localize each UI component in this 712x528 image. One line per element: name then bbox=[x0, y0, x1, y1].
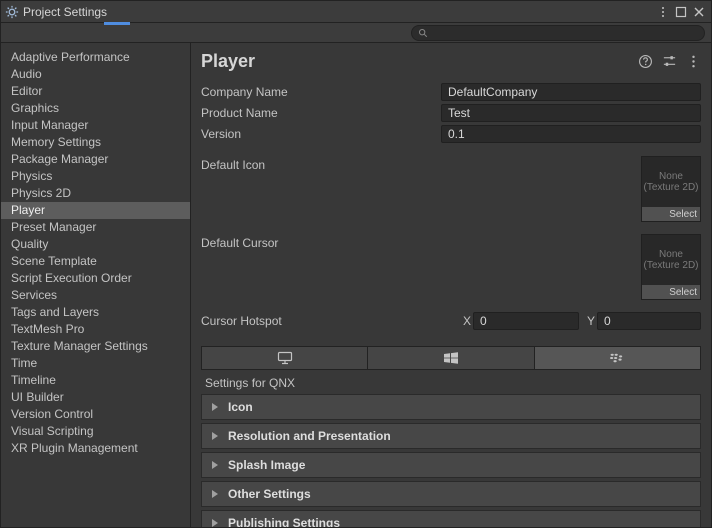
foldout-splash-image[interactable]: Splash Image bbox=[201, 452, 701, 478]
page-title: Player bbox=[201, 51, 629, 72]
foldout-resolution-and-presentation[interactable]: Resolution and Presentation bbox=[201, 423, 701, 449]
product-name-label: Product Name bbox=[201, 106, 441, 120]
sidebar-item-physics[interactable]: Physics bbox=[1, 168, 190, 185]
foldout-other-settings[interactable]: Other Settings bbox=[201, 481, 701, 507]
sidebar-item-adaptive-performance[interactable]: Adaptive Performance bbox=[1, 49, 190, 66]
foldout-label: Icon bbox=[228, 400, 253, 414]
company-name-field[interactable] bbox=[441, 83, 701, 101]
sidebar-item-timeline[interactable]: Timeline bbox=[1, 372, 190, 389]
settings-icon bbox=[5, 5, 19, 19]
sidebar-item-visual-scripting[interactable]: Visual Scripting bbox=[1, 423, 190, 440]
titlebar: Project Settings bbox=[1, 1, 711, 23]
search-row bbox=[1, 23, 711, 43]
default-cursor-none: None bbox=[659, 249, 683, 260]
foldout-label: Publishing Settings bbox=[228, 516, 340, 527]
product-name-field[interactable] bbox=[441, 104, 701, 122]
hotspot-y-field[interactable] bbox=[597, 312, 701, 330]
platform-tab-windows[interactable] bbox=[368, 347, 534, 369]
sidebar-item-xr-plugin-management[interactable]: XR Plugin Management bbox=[1, 440, 190, 457]
sidebar-item-editor[interactable]: Editor bbox=[1, 83, 190, 100]
default-icon-slot[interactable]: None (Texture 2D) Select bbox=[641, 156, 701, 222]
default-icon-none: None bbox=[659, 171, 683, 182]
sidebar-item-textmesh-pro[interactable]: TextMesh Pro bbox=[1, 321, 190, 338]
triangle-right-icon bbox=[212, 432, 218, 440]
sidebar-item-audio[interactable]: Audio bbox=[1, 66, 190, 83]
help-icon[interactable] bbox=[637, 54, 653, 70]
foldout-label: Other Settings bbox=[228, 487, 311, 501]
company-name-label: Company Name bbox=[201, 85, 441, 99]
default-icon-label: Default Icon bbox=[201, 156, 441, 172]
version-label: Version bbox=[201, 127, 441, 141]
triangle-right-icon bbox=[212, 461, 218, 469]
sidebar-item-input-manager[interactable]: Input Manager bbox=[1, 117, 190, 134]
sidebar-item-ui-builder[interactable]: UI Builder bbox=[1, 389, 190, 406]
content-pane: Player Company Name Product Name bbox=[191, 43, 711, 527]
sliders-icon[interactable] bbox=[661, 54, 677, 70]
triangle-right-icon bbox=[212, 403, 218, 411]
default-cursor-select[interactable]: Select bbox=[642, 285, 700, 299]
sidebar-item-scene-template[interactable]: Scene Template bbox=[1, 253, 190, 270]
foldout-publishing-settings[interactable]: Publishing Settings bbox=[201, 510, 701, 527]
default-cursor-label: Default Cursor bbox=[201, 234, 441, 250]
kebab-menu-icon[interactable] bbox=[655, 4, 671, 20]
tab-indicator bbox=[104, 22, 130, 25]
close-icon[interactable] bbox=[691, 4, 707, 20]
triangle-right-icon bbox=[212, 490, 218, 498]
hotspot-y-label: Y bbox=[585, 314, 597, 328]
foldout-label: Splash Image bbox=[228, 458, 305, 472]
sidebar-item-version-control[interactable]: Version Control bbox=[1, 406, 190, 423]
default-icon-type: (Texture 2D) bbox=[643, 182, 698, 193]
platform-tab-standalone[interactable] bbox=[202, 347, 368, 369]
sidebar-item-memory-settings[interactable]: Memory Settings bbox=[1, 134, 190, 151]
platform-tab-qnx[interactable] bbox=[535, 347, 700, 369]
version-field[interactable] bbox=[441, 125, 701, 143]
maximize-icon[interactable] bbox=[673, 4, 689, 20]
search-input[interactable] bbox=[411, 25, 705, 41]
sidebar-item-preset-manager[interactable]: Preset Manager bbox=[1, 219, 190, 236]
triangle-right-icon bbox=[212, 519, 218, 527]
hotspot-x-label: X bbox=[461, 314, 473, 328]
sidebar-item-graphics[interactable]: Graphics bbox=[1, 100, 190, 117]
foldouts: Icon Resolution and Presentation Splash Im… bbox=[191, 394, 711, 527]
window-title: Project Settings bbox=[23, 5, 107, 19]
sidebar-item-services[interactable]: Services bbox=[1, 287, 190, 304]
hotspot-x-field[interactable] bbox=[473, 312, 579, 330]
settings-for-label: Settings for QNX bbox=[191, 370, 711, 394]
sidebar-item-script-execution-order[interactable]: Script Execution Order bbox=[1, 270, 190, 287]
more-icon[interactable] bbox=[685, 54, 701, 70]
sidebar-item-player[interactable]: Player bbox=[1, 202, 190, 219]
sidebar-item-physics-2d[interactable]: Physics 2D bbox=[1, 185, 190, 202]
sidebar-item-tags-and-layers[interactable]: Tags and Layers bbox=[1, 304, 190, 321]
sidebar: Adaptive PerformanceAudioEditorGraphicsI… bbox=[1, 43, 191, 527]
platform-tabs bbox=[201, 346, 701, 370]
sidebar-item-time[interactable]: Time bbox=[1, 355, 190, 372]
sidebar-item-package-manager[interactable]: Package Manager bbox=[1, 151, 190, 168]
foldout-icon[interactable]: Icon bbox=[201, 394, 701, 420]
foldout-label: Resolution and Presentation bbox=[228, 429, 391, 443]
sidebar-item-quality[interactable]: Quality bbox=[1, 236, 190, 253]
sidebar-item-texture-manager-settings[interactable]: Texture Manager Settings bbox=[1, 338, 190, 355]
default-cursor-slot[interactable]: None (Texture 2D) Select bbox=[641, 234, 701, 300]
cursor-hotspot-label: Cursor Hotspot bbox=[201, 314, 441, 328]
default-icon-select[interactable]: Select bbox=[642, 207, 700, 221]
default-cursor-type: (Texture 2D) bbox=[643, 260, 698, 271]
